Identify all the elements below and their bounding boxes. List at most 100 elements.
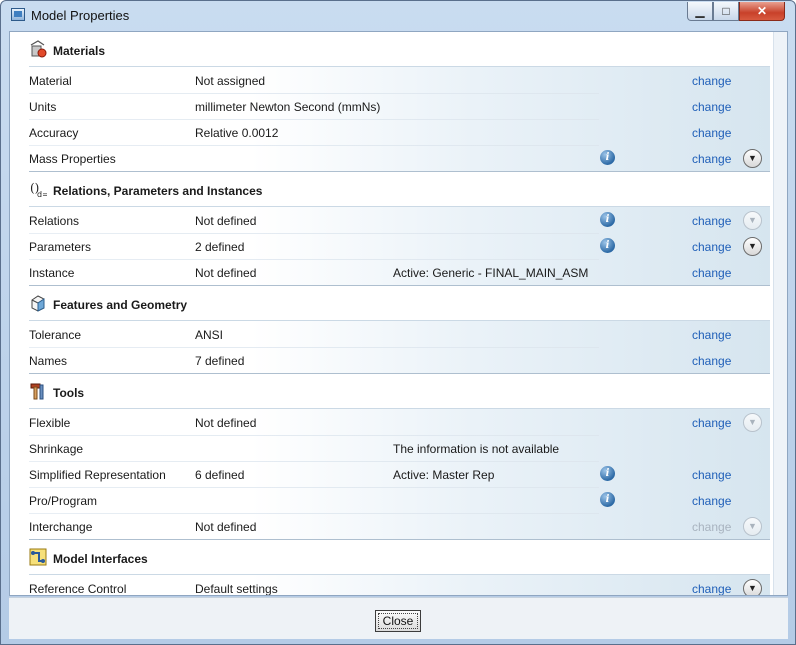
property-row: Pro/Program i change <box>29 487 770 513</box>
property-label: Accuracy <box>29 126 79 140</box>
property-label: Tolerance <box>29 328 82 342</box>
minimize-button[interactable]: ▁ <box>687 2 713 21</box>
property-row: Reference Control Default settings change ▼ <box>29 575 770 596</box>
property-row: Interchange Not defined change ▼ <box>29 513 770 539</box>
property-value: 2 defined <box>195 240 245 254</box>
expand-chevron-icon[interactable]: ▼ <box>743 517 762 536</box>
property-value: millimeter Newton Second (mmNs) <box>195 100 381 114</box>
change-link[interactable]: change <box>692 240 731 254</box>
property-rows: Reference Control Default settings change ▼ <box>29 574 770 596</box>
model-interfaces-icon <box>29 548 47 566</box>
expand-chevron-icon[interactable]: ▼ <box>743 149 762 168</box>
property-row: Flexible Not defined change ▼ <box>29 409 770 435</box>
property-label: Pro/Program <box>29 494 98 508</box>
property-label: Units <box>29 100 57 114</box>
info-icon[interactable]: i <box>600 212 615 227</box>
property-row: Mass Properties i change ▼ <box>29 145 770 171</box>
section-header: Features and Geometry <box>10 286 772 320</box>
section-header: Model Interfaces <box>10 540 772 574</box>
app-icon <box>11 8 25 21</box>
property-label: Material <box>29 74 72 88</box>
property-rows: Tolerance ANSI change Names 7 defined change <box>29 320 770 374</box>
property-value: Relative 0.0012 <box>195 126 279 140</box>
property-rows: Flexible Not defined change ▼ Shrinkage The i… <box>29 408 770 540</box>
features-geometry-icon <box>29 294 47 312</box>
change-link[interactable]: change <box>692 416 731 430</box>
property-row: Names 7 defined change <box>29 347 770 373</box>
section-title: Model Interfaces <box>53 552 148 566</box>
property-label: Simplified Representation <box>29 468 166 482</box>
section-header: ()d= Relations, Parameters and Instances <box>10 172 772 206</box>
property-value: 7 defined <box>195 354 245 368</box>
property-row: Parameters 2 defined i change ▼ <box>29 233 770 259</box>
property-value: Not defined <box>195 214 257 228</box>
tools-icon <box>29 382 47 400</box>
property-row: Tolerance ANSI change <box>29 321 770 347</box>
change-link[interactable]: change <box>692 74 731 88</box>
section-header: Tools <box>10 374 772 408</box>
change-link[interactable]: change <box>692 494 731 508</box>
property-label: Mass Properties <box>29 152 116 166</box>
property-status: Active: Generic - FINAL_MAIN_ASM <box>393 266 589 280</box>
section-title: Features and Geometry <box>53 298 188 312</box>
expand-chevron-icon[interactable]: ▼ <box>743 237 762 256</box>
property-value: Not assigned <box>195 74 266 88</box>
property-label: Parameters <box>29 240 92 254</box>
change-link[interactable]: change <box>692 468 731 482</box>
materials-icon <box>29 40 47 58</box>
window-title: Model Properties <box>31 8 130 23</box>
change-link[interactable]: change <box>692 354 731 368</box>
vertical-scrollbar[interactable] <box>773 32 787 595</box>
property-value: Not defined <box>195 520 257 534</box>
property-label: Reference Control <box>29 582 127 596</box>
close-button[interactable]: Close <box>375 610 421 632</box>
title-bar[interactable]: Model Properties ▁ □ ✕ <box>1 1 795 31</box>
close-window-button[interactable]: ✕ <box>739 2 785 21</box>
property-row: Units millimeter Newton Second (mmNs) chan… <box>29 93 770 119</box>
property-label: Flexible <box>29 416 71 430</box>
expand-chevron-icon[interactable]: ▼ <box>743 413 762 432</box>
property-value: Not defined <box>195 416 257 430</box>
property-rows: Relations Not defined i change ▼ Parameters 2 … <box>29 206 770 286</box>
maximize-button[interactable]: □ <box>713 2 739 21</box>
change-link[interactable]: change <box>692 266 731 280</box>
dialog-footer: Close <box>9 597 788 639</box>
property-value: Not defined <box>195 266 257 280</box>
property-label: Names <box>29 354 68 368</box>
change-link[interactable]: change <box>692 152 731 166</box>
section-header: Materials <box>10 32 772 66</box>
info-icon[interactable]: i <box>600 238 615 253</box>
change-link[interactable]: change <box>692 582 731 595</box>
property-row: Relations Not defined i change ▼ <box>29 207 770 233</box>
property-status: Active: Master Rep <box>393 468 495 482</box>
info-icon[interactable]: i <box>600 466 615 481</box>
property-label: Shrinkage <box>29 442 84 456</box>
property-status: The information is not available <box>393 442 560 456</box>
property-row: Simplified Representation 6 defined Active… <box>29 461 770 487</box>
section-title: Relations, Parameters and Instances <box>53 184 263 198</box>
section-title: Materials <box>53 44 106 58</box>
change-link[interactable]: change <box>692 328 731 342</box>
property-label: Relations <box>29 214 80 228</box>
properties-content: Materials Material Not assigned change Units… <box>10 32 772 596</box>
expand-chevron-icon[interactable]: ▼ <box>743 579 762 595</box>
model-properties-window: Model Properties ▁ □ ✕ Materials Material… <box>0 0 796 645</box>
relations-icon: ()d= <box>29 180 49 199</box>
change-link[interactable]: change <box>692 100 731 114</box>
property-value: ANSI <box>195 328 224 342</box>
property-label: Instance <box>29 266 75 280</box>
info-icon[interactable]: i <box>600 492 615 507</box>
properties-panel: Materials Material Not assigned change Units… <box>9 31 788 596</box>
property-label: Interchange <box>29 520 93 534</box>
property-row: Accuracy Relative 0.0012 change <box>29 119 770 145</box>
property-row: Instance Not defined Active: Generic - FIN… <box>29 259 770 285</box>
change-link: change <box>692 520 732 534</box>
info-icon[interactable]: i <box>600 150 615 165</box>
property-value: 6 defined <box>195 468 245 482</box>
section-title: Tools <box>53 386 85 400</box>
change-link[interactable]: change <box>692 126 731 140</box>
expand-chevron-icon[interactable]: ▼ <box>743 211 762 230</box>
property-rows: Material Not assigned change Units millimete… <box>29 66 770 172</box>
property-row: Shrinkage The information is not availabl… <box>29 435 770 461</box>
change-link[interactable]: change <box>692 214 731 228</box>
